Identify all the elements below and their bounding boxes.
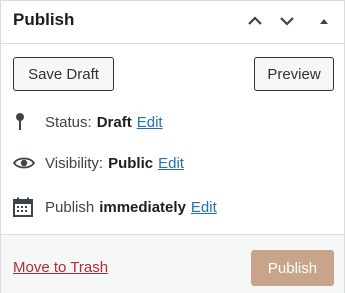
schedule-label: Publish (45, 198, 95, 216)
publish-panel: Publish Save Draft Preview Status: Draft… (0, 0, 345, 293)
preview-button[interactable]: Preview (254, 57, 334, 91)
triangle-up-icon[interactable] (313, 10, 335, 32)
status-edit-link[interactable]: Edit (137, 114, 163, 131)
panel-footer: Move to Trash Publish (1, 234, 344, 293)
move-to-trash-link[interactable]: Move to Trash (13, 259, 108, 276)
schedule-edit-link[interactable]: Edit (191, 199, 217, 216)
visibility-edit-link[interactable]: Edit (158, 155, 184, 172)
chevron-down-icon[interactable] (276, 10, 298, 32)
panel-header: Publish (1, 1, 344, 44)
chevron-up-icon[interactable] (244, 10, 266, 32)
publish-button[interactable]: Publish (251, 250, 334, 286)
status-value: Draft (96, 113, 132, 131)
visibility-value: Public (108, 154, 154, 172)
status-row: Status: Draft Edit (13, 110, 163, 134)
status-label: Status: (45, 113, 92, 131)
pin-icon (13, 111, 35, 133)
visibility-row: Visibility: Public Edit (13, 151, 184, 175)
panel-title: Publish (13, 10, 75, 29)
schedule-value: immediately (99, 198, 186, 216)
visibility-label: Visibility: (45, 154, 104, 172)
save-draft-button[interactable]: Save Draft (13, 57, 114, 91)
schedule-row: Publish immediately Edit (13, 195, 217, 219)
eye-icon (13, 152, 35, 174)
calendar-icon (13, 196, 35, 218)
